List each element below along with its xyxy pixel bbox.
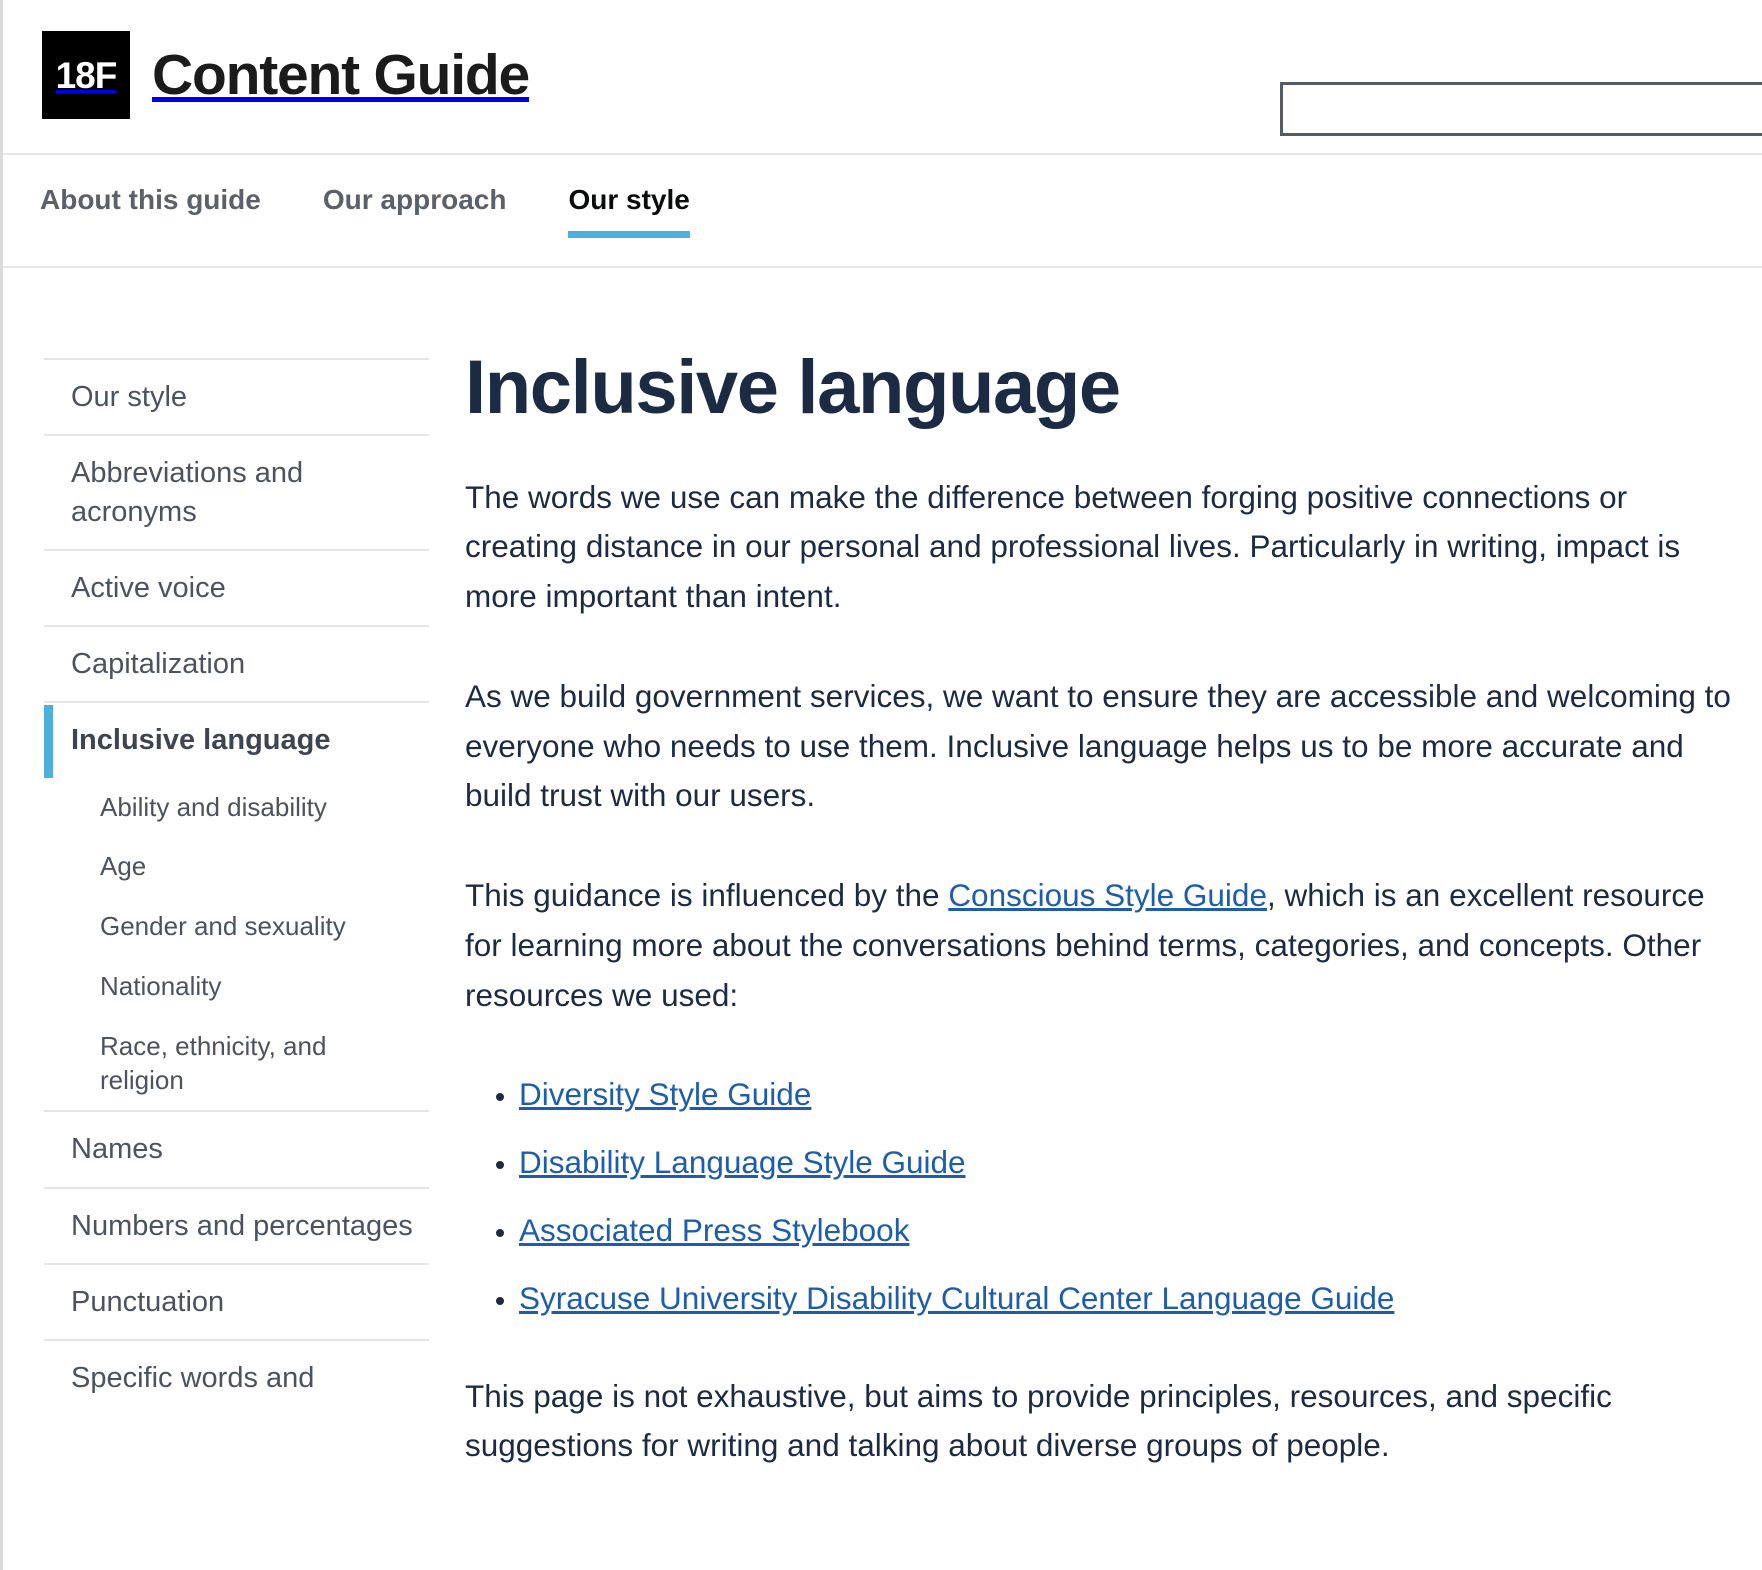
- sidebar-item-gender-and-sexuality[interactable]: Gender and sexuality: [44, 897, 429, 957]
- sidebar-item-active-voice[interactable]: Active voice: [44, 548, 429, 625]
- sidebar-item-ability-and-disability[interactable]: Ability and disability: [44, 778, 429, 838]
- resource-link-associated-press-stylebook[interactable]: Associated Press Stylebook: [519, 1212, 909, 1248]
- resource-link-disability-language-style-guide[interactable]: Disability Language Style Guide: [519, 1144, 966, 1180]
- guidance-paragraph: This guidance is influenced by the Consc…: [465, 871, 1739, 1020]
- sidebar-item-punctuation[interactable]: Punctuation: [44, 1262, 429, 1339]
- main-content: Inclusive language The words we use can …: [429, 268, 1749, 1471]
- site-masthead: 18F Content Guide: [3, 0, 1762, 155]
- sidebar-item-specific-words-and-phrases[interactable]: Specific words and: [44, 1339, 429, 1397]
- sidebar-item-numbers-and-percentages[interactable]: Numbers and percentages: [44, 1186, 429, 1263]
- 18f-logo-icon: 18F: [42, 31, 130, 119]
- list-item: Associated Press Stylebook: [519, 1206, 1739, 1256]
- sidebar-list: Our style Abbreviations and acronyms Act…: [44, 358, 429, 1397]
- closing-paragraph: This page is not exhaustive, but aims to…: [465, 1377, 1612, 1464]
- section-sidebar: Our style Abbreviations and acronyms Act…: [3, 268, 429, 1397]
- list-item: Disability Language Style Guide: [519, 1138, 1739, 1188]
- content-wrapper: Our style Abbreviations and acronyms Act…: [3, 268, 1762, 1471]
- page-root: 18F Content Guide About this guide Our a…: [0, 0, 1762, 1570]
- sidebar-item-inclusive-language[interactable]: Inclusive language: [44, 701, 429, 778]
- sidebar-item-our-style[interactable]: Our style: [44, 358, 429, 434]
- sidebar-item-abbreviations-and-acronyms[interactable]: Abbreviations and acronyms: [44, 434, 429, 549]
- page-title: Inclusive language: [465, 345, 1121, 430]
- sidebar-item-capitalization[interactable]: Capitalization: [44, 625, 429, 701]
- site-title: Content Guide: [152, 43, 530, 107]
- guidance-text-before-link: This guidance is influenced by the: [465, 877, 949, 914]
- sidebar-item-nationality[interactable]: Nationality: [44, 957, 429, 1017]
- sidebar-item-age[interactable]: Age: [44, 837, 429, 897]
- nav-item-our-approach[interactable]: Our approach: [323, 184, 507, 238]
- conscious-style-guide-link[interactable]: Conscious Style Guide: [948, 877, 1267, 913]
- list-item: Diversity Style Guide: [519, 1070, 1739, 1120]
- nav-item-about-this-guide[interactable]: About this guide: [40, 184, 261, 238]
- primary-nav-divider: [3, 266, 1762, 268]
- resource-link-list: Diversity Style Guide Disability Languag…: [465, 1070, 1739, 1323]
- site-brand-link[interactable]: 18F Content Guide: [42, 31, 530, 119]
- list-item: Syracuse University Disability Cultural …: [519, 1274, 1739, 1324]
- nav-item-our-style[interactable]: Our style: [568, 184, 691, 238]
- primary-navigation: About this guide Our approach Our style: [3, 150, 1762, 268]
- sidebar-item-race-ethnicity-and-religion[interactable]: Race, ethnicity, and religion: [44, 1017, 429, 1111]
- sidebar-item-names[interactable]: Names: [44, 1110, 429, 1186]
- resource-link-syracuse-university-disability-cultural-center-language-guide[interactable]: Syracuse University Disability Cultural …: [519, 1280, 1394, 1316]
- intro-paragraph-1: The words we use can make the difference…: [465, 478, 1681, 615]
- intro-paragraph-2: As we build government services, we want…: [465, 677, 1731, 814]
- resource-link-diversity-style-guide[interactable]: Diversity Style Guide: [519, 1076, 811, 1112]
- search-input[interactable]: [1280, 82, 1762, 136]
